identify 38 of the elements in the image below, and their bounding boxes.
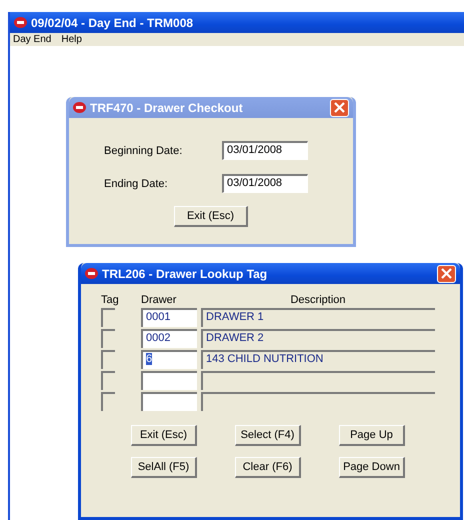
drawer-field[interactable]: 0001 [141,308,197,327]
column-header: Description [289,294,347,306]
tag-checkbox[interactable] [101,350,115,369]
dialog-button[interactable]: Select (F4) [235,425,301,446]
tag-checkbox[interactable] [101,371,115,390]
description-field: DRAWER 2 [201,329,435,348]
dialog-button[interactable]: Exit (Esc) [131,425,197,446]
tag-checkbox[interactable] [101,308,115,327]
dialog-button[interactable]: SelAll (F5) [131,457,197,478]
app-icon [14,17,27,28]
drawer-field[interactable] [141,392,197,411]
close-icon [334,102,345,113]
column-header: Tag [101,294,120,306]
exit-button[interactable]: Exit (Esc) [174,206,248,227]
dialog-button[interactable]: Clear (F6) [235,457,301,478]
description-field: 143 CHILD NUTRITION [201,350,435,369]
column-header: Drawer [141,294,178,306]
dialog-button[interactable]: Page Down [339,457,405,478]
field-label: Ending Date: [104,178,169,190]
window-title: 09/02/04 - Day End - TRM008 [31,16,194,30]
menu-item[interactable]: Day End [13,34,52,45]
window-title: TRF470 - Drawer Checkout [90,100,244,114]
drawer-field[interactable]: 6 [141,350,197,369]
description-field: DRAWER 1 [201,308,435,327]
field-label: Beginning Date: [104,144,184,156]
close-icon [441,268,452,279]
app-icon [85,268,98,279]
date-field[interactable]: 03/01/2008 [222,141,308,160]
app-icon [73,102,86,113]
drawer-field[interactable]: 0002 [141,329,197,348]
menu-item[interactable]: Help [61,34,82,45]
dialog-button[interactable]: Page Up [339,425,405,446]
close-button[interactable] [437,264,456,282]
window-title: TRL206 - Drawer Lookup Tag [102,266,268,280]
date-field[interactable]: 03/01/2008 [222,174,308,193]
drawer-field[interactable] [141,371,197,390]
close-button[interactable] [330,98,349,116]
tag-checkbox[interactable] [101,329,115,348]
